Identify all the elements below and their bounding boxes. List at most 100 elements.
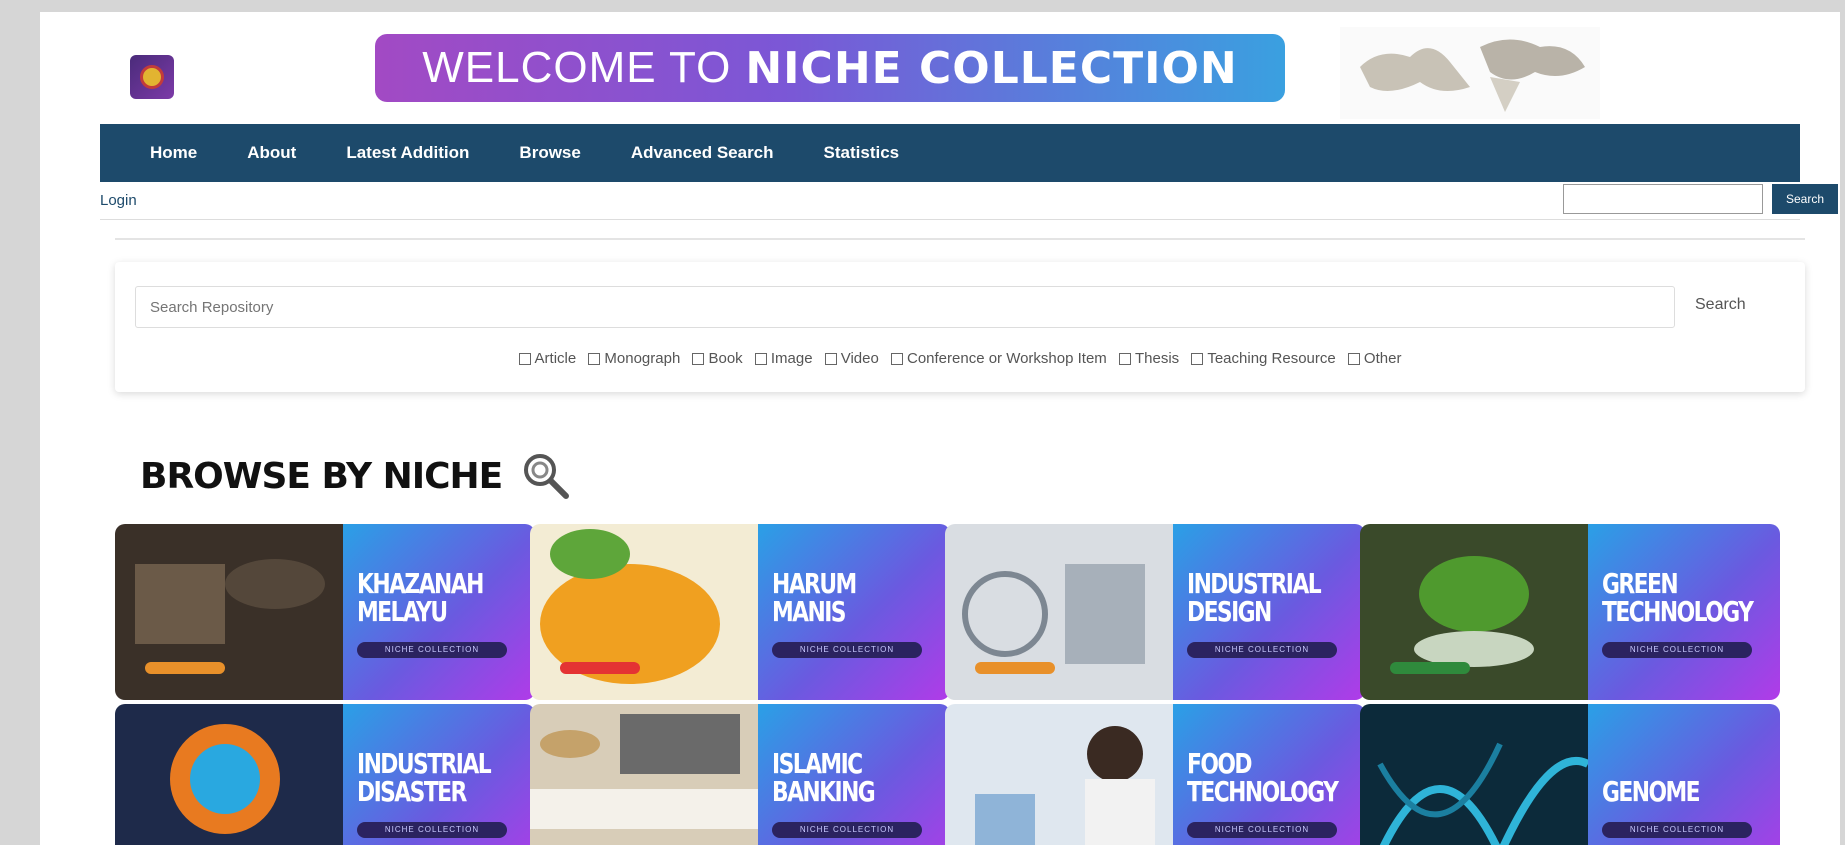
filter-label: Article: [534, 350, 577, 367]
divider: [115, 238, 1805, 240]
nav-advanced-search[interactable]: Advanced Search: [606, 143, 799, 163]
tile-panel: GENOME NICHE COLLECTION: [1588, 704, 1780, 845]
tile-title-1: FOOD: [1187, 747, 1253, 780]
nav-about[interactable]: About: [222, 143, 321, 163]
niche-tile-khazanah-melayu[interactable]: KHAZANAH MELAYU NICHE COLLECTION: [115, 524, 535, 700]
repository-search-card: Search Article Monograph Book Image Vide…: [115, 262, 1805, 392]
filter-monograph[interactable]: Monograph: [588, 350, 680, 367]
banner-light-text: WELCOME TO: [422, 43, 732, 92]
niche-tile-industrial-disaster[interactable]: INDUSTRIAL DISASTER NICHE COLLECTION: [115, 704, 535, 845]
nav-statistics[interactable]: Statistics: [799, 143, 925, 163]
tile-title-1: GREEN: [1602, 567, 1679, 600]
repository-search-input[interactable]: [135, 286, 1675, 328]
browse-title-text: BROWSE BY NICHE: [140, 455, 503, 497]
tile-photo: [115, 704, 343, 845]
niche-tile-genome[interactable]: GENOME NICHE COLLECTION: [1360, 704, 1780, 845]
filter-book[interactable]: Book: [692, 350, 743, 367]
niche-collection-badge: NICHE COLLECTION: [1187, 642, 1337, 658]
tile-title-2: MELAYU: [357, 595, 448, 628]
niche-collection-badge: NICHE COLLECTION: [772, 642, 922, 658]
nav-latest-addition[interactable]: Latest Addition: [321, 143, 494, 163]
tile-title-2: TECHNOLOGY: [1602, 595, 1754, 628]
checkbox-icon[interactable]: [1118, 352, 1131, 365]
checkbox-icon[interactable]: [518, 352, 531, 365]
tile-panel: KHAZANAH MELAYU NICHE COLLECTION: [343, 524, 535, 700]
tile-panel: ISLAMIC BANKING NICHE COLLECTION: [758, 704, 950, 845]
filter-thesis[interactable]: Thesis: [1118, 350, 1180, 367]
tile-photo: [1360, 704, 1588, 845]
niche-collection-badge: NICHE COLLECTION: [357, 642, 507, 658]
tile-panel: INDUSTRIAL DESIGN NICHE COLLECTION: [1173, 524, 1365, 700]
tile-title-2: DESIGN: [1187, 595, 1272, 628]
browse-title: BROWSE BY NICHE: [140, 450, 572, 502]
filter-image[interactable]: Image: [754, 350, 813, 367]
login-row: Login Search: [100, 184, 1838, 220]
tile-title-2: DISASTER: [357, 775, 467, 808]
tile-panel: FOOD TECHNOLOGY NICHE COLLECTION: [1173, 704, 1365, 845]
login-link[interactable]: Login: [100, 192, 137, 209]
tile-title-1: INDUSTRIAL: [357, 747, 492, 780]
tile-title-1: HARUM: [772, 567, 857, 600]
checkbox-icon[interactable]: [1347, 352, 1360, 365]
checkbox-icon[interactable]: [754, 352, 767, 365]
checkbox-icon[interactable]: [824, 352, 837, 365]
magnifier-icon: [524, 454, 570, 499]
filter-teaching-resource[interactable]: Teaching Resource: [1191, 350, 1336, 367]
niche-collection-badge: NICHE COLLECTION: [357, 822, 507, 838]
banner-bold-text: NICHE COLLECTION: [745, 42, 1238, 94]
welcome-banner: WELCOME TO NICHE COLLECTION: [375, 34, 1285, 102]
filter-label: Other: [1363, 350, 1402, 367]
tile-title-1: KHAZANAH: [357, 567, 484, 600]
filter-label: Video: [840, 350, 879, 367]
tile-title-1: ISLAMIC: [772, 747, 863, 780]
tile-panel: GREEN TECHNOLOGY NICHE COLLECTION: [1588, 524, 1780, 700]
tile-title-2: MANIS: [772, 595, 847, 628]
tile-title-1: INDUSTRIAL: [1187, 567, 1322, 600]
tile-panel: INDUSTRIAL DISASTER NICHE COLLECTION: [343, 704, 535, 845]
filter-label: Book: [708, 350, 743, 367]
niche-collection-badge: NICHE COLLECTION: [1602, 642, 1752, 658]
tile-title-2: BANKING: [772, 775, 876, 808]
type-filters: Article Monograph Book Image Video Confe…: [115, 350, 1805, 369]
niche-collection-badge: NICHE COLLECTION: [1187, 822, 1337, 838]
niche-collection-badge: NICHE COLLECTION: [772, 822, 922, 838]
crest-icon: [130, 55, 174, 99]
niche-tile-harum-manis[interactable]: HARUM MANIS NICHE COLLECTION: [530, 524, 950, 700]
university-logo[interactable]: [130, 42, 390, 112]
filter-article[interactable]: Article: [518, 350, 577, 367]
filter-other[interactable]: Other: [1347, 350, 1402, 367]
tile-title-2: TECHNOLOGY: [1187, 775, 1339, 808]
filter-conference[interactable]: Conference or Workshop Item: [890, 350, 1107, 367]
checkbox-icon[interactable]: [1191, 352, 1204, 365]
page: WELCOME TO NICHE COLLECTION Home About L…: [40, 12, 1840, 845]
niche-tile-industrial-design[interactable]: INDUSTRIAL DESIGN NICHE COLLECTION: [945, 524, 1365, 700]
tile-photo: [945, 704, 1173, 845]
filter-video[interactable]: Video: [824, 350, 879, 367]
tile-tag: [145, 662, 225, 674]
niche-collection-badge: NICHE COLLECTION: [1602, 822, 1752, 838]
tile-panel: HARUM MANIS NICHE COLLECTION: [758, 524, 950, 700]
tile-tag: [975, 662, 1055, 674]
checkbox-icon[interactable]: [588, 352, 601, 365]
top-search-button[interactable]: Search: [1772, 184, 1838, 214]
nav-home[interactable]: Home: [125, 143, 222, 163]
filter-label: Conference or Workshop Item: [906, 350, 1107, 367]
tile-tag: [1390, 662, 1470, 674]
niche-tile-islamic-banking[interactable]: ISLAMIC BANKING NICHE COLLECTION: [530, 704, 950, 845]
filter-label: Thesis: [1134, 350, 1180, 367]
main-navbar: Home About Latest Addition Browse Advanc…: [100, 124, 1800, 182]
tile-tag: [560, 662, 640, 674]
checkbox-icon[interactable]: [890, 352, 903, 365]
niche-tile-food-technology[interactable]: FOOD TECHNOLOGY NICHE COLLECTION: [945, 704, 1365, 845]
top-search-input[interactable]: [1563, 184, 1763, 214]
checkbox-icon[interactable]: [692, 352, 705, 365]
repository-search-button[interactable]: Search: [1695, 296, 1746, 314]
filter-label: Monograph: [604, 350, 681, 367]
filter-label: Teaching Resource: [1207, 350, 1336, 367]
niche-tile-green-technology[interactable]: GREEN TECHNOLOGY NICHE COLLECTION: [1360, 524, 1780, 700]
nav-browse[interactable]: Browse: [494, 143, 605, 163]
tile-photo: [530, 704, 758, 845]
map-illustration-icon: [1340, 27, 1600, 119]
filter-label: Image: [770, 350, 813, 367]
tile-title-2: GENOME: [1602, 775, 1701, 808]
